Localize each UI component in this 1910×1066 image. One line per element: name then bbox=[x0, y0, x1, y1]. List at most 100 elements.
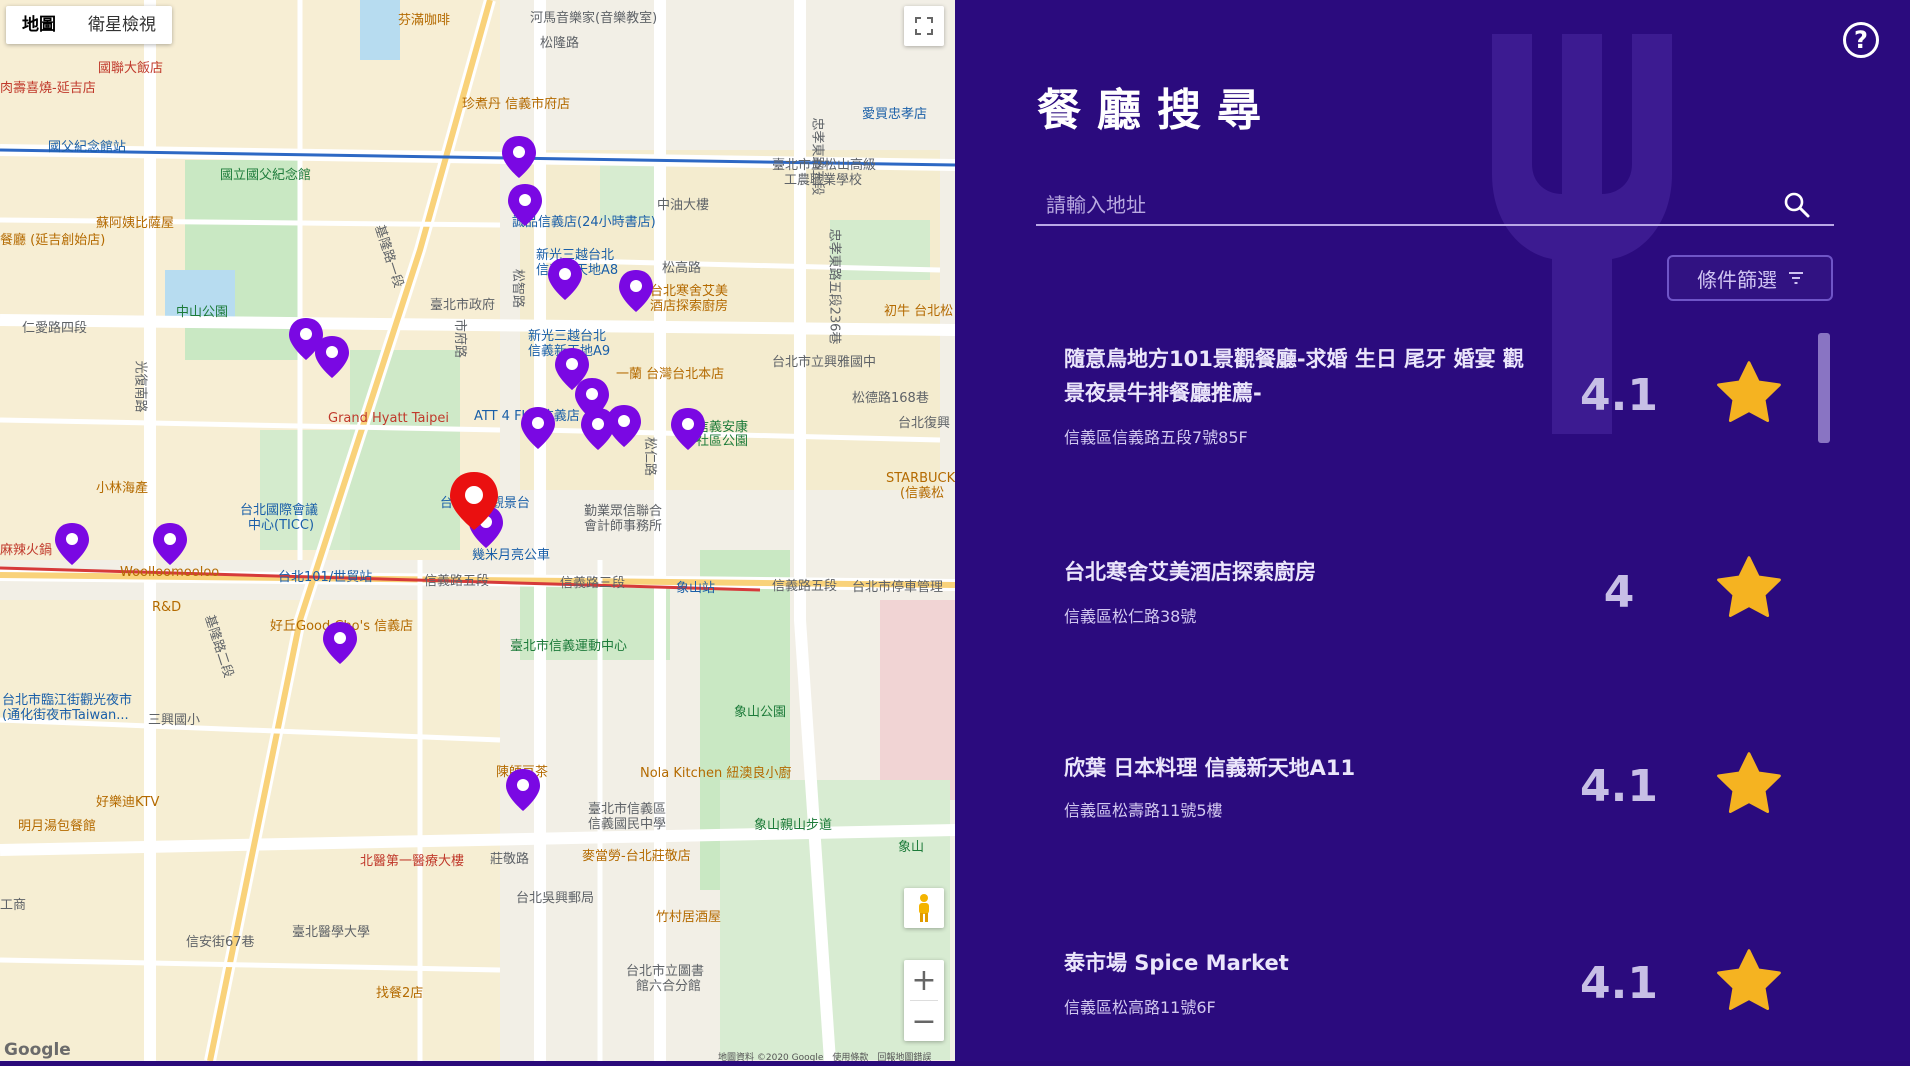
map-label: 信義國民中學 bbox=[588, 817, 667, 832]
map-label: Nola Kitchen 紐澳良小廚 bbox=[640, 766, 792, 781]
map-label: 松智路 bbox=[510, 268, 526, 309]
map-label: 臺北市信義運動中心 bbox=[510, 639, 628, 654]
map-label: 信義路三段 bbox=[560, 576, 626, 591]
map-label: 會計師事務所 bbox=[584, 519, 663, 534]
map-label: 台北市立興雅國中 bbox=[772, 355, 877, 370]
map-type-map-tab[interactable]: 地圖 bbox=[6, 6, 72, 44]
map-label: 忠孝東路五段 bbox=[809, 117, 825, 196]
map-label: R&D bbox=[152, 600, 182, 615]
list-scrollbar[interactable] bbox=[1818, 333, 1830, 443]
map-label: 台北復興 bbox=[898, 416, 951, 431]
page-title: 餐廳搜尋 bbox=[1037, 85, 1277, 136]
map-label: 松仁路 bbox=[642, 436, 658, 477]
map-label: 信義路五段 bbox=[424, 574, 490, 589]
map-label: 肉壽喜燒-延吉店 bbox=[0, 81, 96, 96]
zoom-out-button[interactable]: − bbox=[904, 1001, 944, 1041]
help-icon: ? bbox=[1854, 26, 1868, 54]
map-label: 中山公園 bbox=[176, 305, 229, 320]
map-label: STARBUCKS bbox=[886, 471, 955, 486]
map-label: 餐廳 (延吉創始店) bbox=[0, 233, 106, 248]
address-search-input[interactable] bbox=[1044, 186, 1768, 224]
zoom-control: + − bbox=[904, 960, 944, 1041]
map-label: 河馬音樂家(音樂教室) bbox=[530, 11, 658, 26]
restaurant-name: 隨意鳥地方101景觀餐廳-求婚 生日 尾牙 婚宴 觀景夜景牛排餐廳推薦- bbox=[1064, 347, 1524, 405]
map-label: 光復南路 bbox=[132, 360, 148, 413]
restaurant-item[interactable]: 隨意鳥地方101景觀餐廳-求婚 生日 尾牙 婚宴 觀景夜景牛排餐廳推薦- 信義區… bbox=[1064, 342, 1804, 462]
map-label: 信義路五段 bbox=[772, 579, 838, 594]
map-label: 象山站 bbox=[676, 581, 716, 596]
map-label: 愛買忠孝店 bbox=[862, 107, 928, 122]
map-attribution[interactable]: 地圖資料 ©2020 Google 使用條款 回報地圖錯誤 bbox=[718, 1050, 931, 1061]
map-label: 臺北市政府 bbox=[430, 298, 496, 313]
help-button[interactable]: ? bbox=[1843, 22, 1879, 58]
map-label: 蘇阿姨比薩屋 bbox=[96, 216, 175, 231]
map-label: 好樂迪KTV bbox=[96, 795, 160, 810]
restaurant-rating: 4.1 bbox=[1580, 761, 1658, 812]
map-type-control: 地圖 衛星檢視 bbox=[6, 6, 172, 44]
map-label: 陳師豆茶 bbox=[496, 765, 549, 780]
fullscreen-button[interactable] bbox=[904, 6, 944, 46]
map[interactable]: 芬滿咖啡 河馬音樂家(音樂教室) 松隆路 國聯大飯店 肉壽喜燒-延吉店 珍煮丹 … bbox=[0, 0, 955, 1061]
map-label: 市府路 bbox=[452, 318, 468, 359]
search-panel bbox=[955, 0, 1910, 1061]
filter-icon bbox=[1789, 272, 1803, 284]
map-label: 誠品信義店(24小時書店) bbox=[512, 215, 656, 230]
street-view-button[interactable] bbox=[904, 888, 944, 928]
map-label: 仁愛路四段 bbox=[22, 321, 88, 336]
map-label: 臺北醫學大學 bbox=[292, 925, 371, 940]
map-label: 麥當勞-台北莊敬店 bbox=[582, 849, 691, 864]
filter-button[interactable]: 條件篩選 bbox=[1667, 255, 1833, 301]
map-label: 象山親山步道 bbox=[754, 818, 833, 833]
restaurant-address: 信義區松壽路11號5樓 bbox=[1064, 801, 1223, 820]
restaurant-name: 台北寒舍艾美酒店探索廚房 bbox=[1064, 560, 1316, 584]
map-label: 台北市臨江街觀光夜市 bbox=[2, 693, 133, 708]
fullscreen-icon bbox=[915, 17, 933, 35]
map-label: 找餐2店 bbox=[376, 986, 424, 1001]
map-label: 信義新天地A8 bbox=[536, 263, 619, 278]
restaurant-item[interactable]: 台北寒舍艾美酒店探索廚房 信義區松仁路38號 4 bbox=[1064, 555, 1804, 675]
map-label: 中心(TICC) bbox=[248, 518, 315, 533]
restaurant-item[interactable]: 欣葉 日本料理 信義新天地A11 信義區松壽路11號5樓 4.1 bbox=[1064, 751, 1804, 871]
map-label: 台北101觀景台 bbox=[440, 496, 530, 511]
map-label: 新光三越台北 bbox=[536, 248, 615, 263]
map-label: 麻辣火鍋 bbox=[0, 543, 53, 558]
map-label: 台北吳興郵局 bbox=[516, 891, 595, 906]
map-label: 國父紀念館站 bbox=[48, 140, 127, 155]
restaurant-rating: 4.1 bbox=[1580, 370, 1658, 421]
pegman-icon bbox=[919, 894, 929, 922]
map-label: Woolloomooloo bbox=[120, 565, 220, 580]
map-label: 中油大樓 bbox=[657, 198, 710, 213]
restaurant-address: 信義區松高路11號6F bbox=[1064, 998, 1216, 1017]
map-label: 臺北市信義區 bbox=[588, 802, 667, 817]
restaurant-name: 泰市場 Spice Market bbox=[1064, 951, 1289, 975]
google-logo: Google bbox=[4, 1040, 71, 1060]
search-icon[interactable] bbox=[1784, 192, 1810, 218]
restaurant-item[interactable]: 泰市場 Spice Market 信義區松高路11號6F 4.1 bbox=[1064, 946, 1804, 1066]
zoom-in-button[interactable]: + bbox=[904, 960, 944, 1000]
star-icon bbox=[1717, 361, 1781, 422]
search-bar bbox=[1036, 186, 1834, 226]
map-label: 松高路 bbox=[662, 261, 702, 276]
map-label: 松隆路 bbox=[540, 36, 580, 51]
map-label: Grand Hyatt Taipei bbox=[328, 411, 449, 426]
map-label: 芬滿咖啡 bbox=[398, 13, 451, 28]
map-label: 好丘Good Cho's 信義店 bbox=[270, 619, 414, 634]
map-label: 館六合分館 bbox=[636, 979, 702, 994]
map-label: 社區公園 bbox=[696, 434, 749, 449]
map-label: 忠孝東路五段236巷 bbox=[826, 228, 842, 345]
map-label: 國聯大飯店 bbox=[98, 61, 164, 76]
map-type-satellite-tab[interactable]: 衛星檢視 bbox=[72, 6, 172, 44]
map-label: 珍煮丹 信義市府店 bbox=[462, 97, 571, 112]
restaurant-address: 信義區松仁路38號 bbox=[1064, 607, 1197, 626]
map-label: 台北市停車管理 bbox=[852, 580, 944, 595]
filter-button-label: 條件篩選 bbox=[1697, 267, 1777, 292]
map-label: ATT 4 FUN信義店 bbox=[474, 409, 580, 424]
map-label: 信義安康 bbox=[696, 420, 749, 435]
map-label: 象山 bbox=[898, 840, 925, 855]
map-label: 一蘭 台灣台北本店 bbox=[616, 367, 725, 382]
map-label: 新光三越台北 bbox=[528, 329, 607, 344]
map-label: 勤業眾信聯合 bbox=[584, 504, 663, 519]
map-label: 台北寒舍艾美 bbox=[650, 284, 729, 299]
map-label: 信義新天地A9 bbox=[528, 344, 611, 359]
map-label: 象山公園 bbox=[734, 705, 787, 720]
